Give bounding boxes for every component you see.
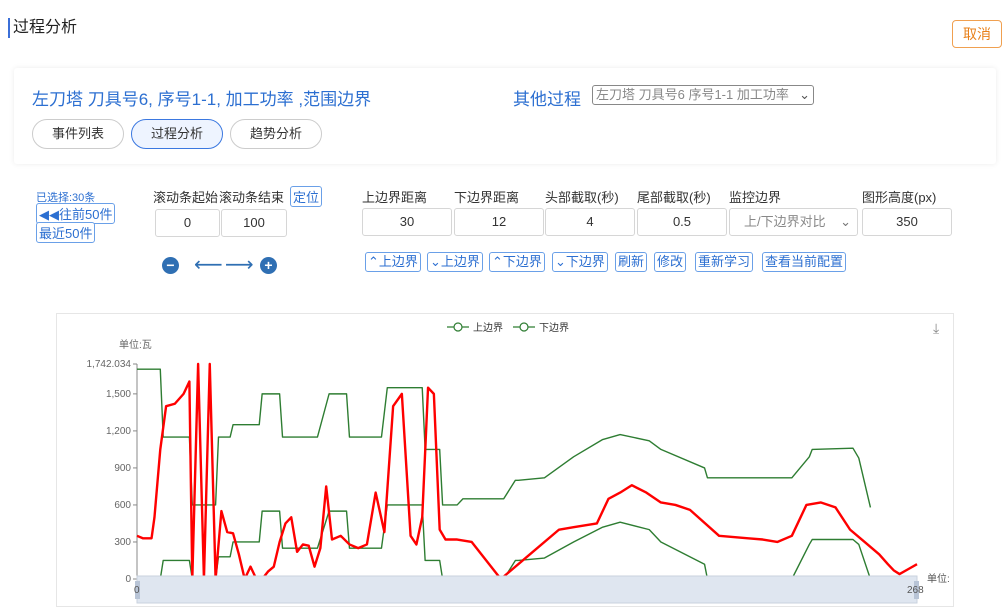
legend-label-1: 下边界 [539, 322, 569, 334]
page-title: 过程分析 [8, 18, 77, 38]
prev-50-button[interactable]: ◀◀往前50件 [36, 203, 116, 224]
tail-cut-input[interactable]: 0.5 [637, 208, 727, 236]
param-label-head-cut: 头部截取(秒) [545, 190, 619, 205]
upper-distance-input[interactable]: 30 [362, 208, 452, 236]
param-label-monitor-boundary: 监控边界 [729, 190, 782, 205]
chevron-down-icon: ⌄ [840, 214, 851, 229]
y-unit-label: 单位:瓦 [119, 338, 152, 351]
y-tick-label: 900 [114, 463, 131, 474]
lower-distance-input[interactable]: 12 [454, 208, 544, 236]
legend-marker-0 [453, 322, 463, 332]
arrow-right-icon[interactable]: ⟶ [225, 255, 254, 275]
head-cut-input[interactable]: 4 [545, 208, 635, 236]
scroll-end-input[interactable]: 100 [221, 209, 287, 237]
process-title: 左刀塔 刀具号6, 序号1-1, 加工功率 ,范围边界 [32, 90, 372, 109]
param-label-graph-height: 图形高度(px) [862, 190, 937, 205]
plus-circle-icon[interactable]: + [260, 257, 277, 274]
relearn-button[interactable]: 重新学习 [695, 252, 754, 272]
series-line-2 [136, 362, 918, 581]
recent-50-button[interactable]: 最近50件 [36, 222, 96, 243]
scroll-end-label: 滚动条结束 [219, 190, 285, 205]
graph-height-input[interactable]: 350 [862, 208, 952, 236]
refresh-button[interactable]: 刷新 [615, 252, 648, 272]
view-config-button[interactable]: 查看当前配置 [762, 252, 847, 272]
modify-button[interactable]: 修改 [654, 252, 687, 272]
power-chart: 单位:瓦 上边界 下边界 ⤓ 0 300 600 900 1,200 1,500 1,742.034… [56, 313, 954, 607]
locate-button[interactable]: 定位 [290, 186, 323, 207]
lower-boundary-down-button[interactable]: ⌄下边界 [552, 252, 608, 272]
y-tick-label: 1,200 [106, 426, 131, 437]
tab-trend-analysis[interactable]: 趋势分析 [230, 119, 322, 149]
scroll-start-input[interactable]: 0 [155, 209, 220, 237]
param-label-lower-distance: 下边界距离 [454, 190, 520, 205]
chart-svg: 单位:瓦 上边界 下边界 ⤓ 0 300 600 900 1,200 1,500 1,742.034… [87, 320, 950, 604]
upper-boundary-down-button[interactable]: ⌄上边界 [427, 252, 483, 272]
x-tick-start: 0 [134, 585, 140, 596]
series-line-0 [137, 368, 872, 508]
y-tick-label: 1,742.034 [87, 359, 132, 370]
y-tick-label: 1,500 [106, 389, 131, 400]
download-icon[interactable]: ⤓ [933, 320, 939, 336]
cancel-button[interactable]: 取消 [952, 20, 1002, 48]
page-header: 过程分析 取消 [0, 0, 1006, 66]
x-unit-label: 单位: [927, 572, 950, 585]
monitor-boundary-select[interactable]: 上/下边界对比 ⌄ [729, 208, 858, 236]
minus-circle-icon[interactable]: − [162, 257, 179, 274]
tab-process-analysis[interactable]: 过程分析 [131, 119, 223, 149]
y-tick-label: 300 [114, 537, 131, 548]
chevron-down-icon: ⌄ [799, 87, 810, 102]
legend-marker-1 [519, 322, 529, 332]
legend-label-0: 上边界 [473, 322, 503, 334]
zoom-slider [136, 575, 918, 604]
param-label-tail-cut: 尾部截取(秒) [637, 190, 711, 205]
lower-boundary-up-button[interactable]: ⌃下边界 [489, 252, 545, 272]
param-label-upper-distance: 上边界距离 [362, 190, 428, 205]
other-process-select[interactable]: 左刀塔 刀具号6 序号1-1 加工功率 ⌄ [592, 85, 814, 105]
y-tick-label: 600 [114, 500, 131, 511]
x-tick-end: 268 [907, 585, 924, 596]
monitor-boundary-value: 上/下边界对比 [744, 214, 826, 229]
arrow-left-icon[interactable]: ⟵ [194, 255, 223, 275]
tab-event-list[interactable]: 事件列表 [32, 119, 124, 149]
scroll-start-label: 滚动条起始 [153, 190, 219, 205]
upper-boundary-up-button[interactable]: ⌃上边界 [365, 252, 421, 272]
other-process-value: 左刀塔 刀具号6 序号1-1 加工功率 [596, 87, 789, 102]
other-process-label: 其他过程 [513, 90, 581, 109]
series-line-1 [137, 504, 872, 580]
info-card: 左刀塔 刀具号6, 序号1-1, 加工功率 ,范围边界 其他过程 左刀塔 刀具号… [14, 68, 996, 164]
y-tick-label: 0 [125, 574, 131, 585]
